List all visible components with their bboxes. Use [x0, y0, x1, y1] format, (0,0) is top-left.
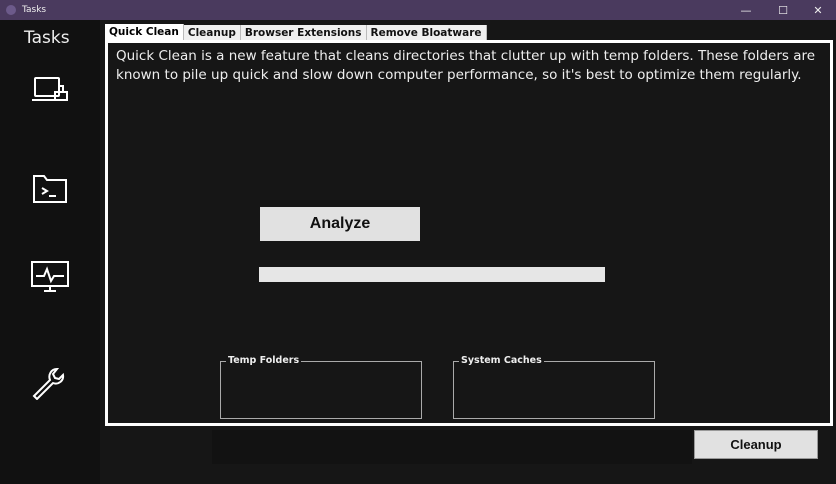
tab-bar: Quick Clean Cleanup Browser Extensions R… — [105, 24, 487, 41]
system-caches-group: System Caches — [453, 355, 655, 419]
tab-browser-extensions[interactable]: Browser Extensions — [240, 25, 367, 41]
cleanup-button[interactable]: Cleanup — [694, 430, 818, 459]
close-button[interactable]: ✕ — [800, 0, 836, 20]
tab-remove-bloatware[interactable]: Remove Bloatware — [366, 25, 487, 41]
terminal-folder-icon[interactable] — [30, 170, 70, 206]
bottom-area — [212, 430, 692, 464]
title-bar: Tasks — [0, 0, 836, 20]
app-icon — [6, 5, 16, 15]
description-text: Quick Clean is a new feature that cleans… — [116, 48, 816, 83]
monitor-pulse-icon[interactable] — [30, 258, 70, 294]
analyze-button[interactable]: Analyze — [260, 207, 420, 241]
analyze-progress-bar — [259, 267, 605, 282]
window-title: Tasks — [22, 5, 47, 15]
tab-quick-clean[interactable]: Quick Clean — [105, 24, 184, 41]
group-label: System Caches — [459, 355, 544, 366]
laptop-clean-icon[interactable] — [30, 72, 70, 108]
group-label: Temp Folders — [226, 355, 302, 366]
sidebar: Tasks — [0, 20, 100, 484]
minimize-button[interactable]: — — [728, 0, 764, 20]
temp-folders-group: Temp Folders — [220, 355, 422, 419]
quick-clean-panel: Quick Clean is a new feature that cleans… — [105, 40, 833, 426]
sidebar-heading: Tasks — [24, 28, 70, 48]
maximize-button[interactable]: ☐ — [765, 0, 801, 20]
wrench-icon[interactable] — [30, 364, 70, 400]
tab-cleanup[interactable]: Cleanup — [183, 25, 241, 41]
